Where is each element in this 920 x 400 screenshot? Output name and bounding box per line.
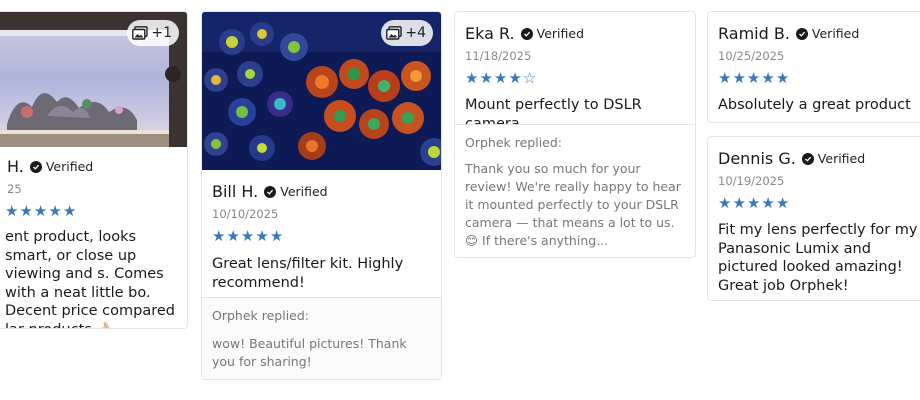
star-rating: ★ ★ ★ ★ ☆ bbox=[465, 69, 685, 87]
review-date: 10/19/2025 bbox=[718, 174, 785, 188]
star-rating: ★ ★ ★ ★ ★ bbox=[718, 194, 920, 212]
review-text: Great lens/filter kit. Highly recommend! bbox=[212, 256, 404, 291]
review-card[interactable]: +1 H. Verified 25 ★ ★ ★ ★ ★ ent product, loo… bbox=[0, 11, 188, 329]
star-empty-icon: ☆ bbox=[522, 69, 537, 87]
review-photo-zoanthids[interactable]: +4 bbox=[202, 12, 441, 170]
photo-count: +1 bbox=[151, 25, 172, 41]
star-filled-icon: ★ bbox=[732, 69, 746, 87]
check-circle-icon bbox=[801, 152, 814, 165]
check-circle-icon bbox=[29, 160, 42, 173]
author-name: Ramid B. bbox=[718, 24, 790, 43]
star-filled-icon: ★ bbox=[240, 227, 255, 245]
verified-label: Verified bbox=[45, 159, 94, 174]
star-filled-icon: ★ bbox=[212, 227, 226, 245]
star-filled-icon: ★ bbox=[732, 194, 746, 212]
star-filled-icon: ★ bbox=[508, 69, 522, 87]
star-filled-icon: ★ bbox=[761, 194, 775, 212]
author-row: Bill H. Verified bbox=[212, 182, 431, 201]
star-filled-icon: ★ bbox=[718, 69, 732, 87]
star-filled-icon: ★ bbox=[479, 69, 493, 87]
check-circle-icon bbox=[264, 185, 277, 198]
review-date: 25 bbox=[7, 182, 22, 196]
reply-author: Orphek replied: bbox=[465, 135, 563, 150]
gallery-icon bbox=[386, 26, 403, 40]
star-rating: ★ ★ ★ ★ ★ bbox=[5, 202, 177, 220]
verified-badge: Verified bbox=[801, 151, 866, 166]
review-date: 10/25/2025 bbox=[718, 49, 785, 63]
star-filled-icon: ★ bbox=[5, 202, 19, 220]
photo-count: +4 bbox=[405, 25, 426, 41]
star-filled-icon: ★ bbox=[48, 202, 62, 220]
author-name: Dennis G. bbox=[718, 149, 796, 168]
star-filled-icon: ★ bbox=[465, 69, 479, 87]
star-filled-icon: ★ bbox=[19, 202, 33, 220]
reply-text: Thank you so much for your review! We're… bbox=[465, 161, 681, 248]
star-filled-icon: ★ bbox=[226, 227, 240, 245]
star-filled-icon: ★ bbox=[493, 69, 508, 87]
review-text: Fit my lens perfectly for my Panasonic L… bbox=[718, 222, 918, 294]
star-filled-icon: ★ bbox=[62, 202, 77, 220]
merchant-reply: Orphek replied: Thank you so much for yo… bbox=[455, 124, 695, 257]
review-card[interactable]: Ramid B. Verified 10/25/2025 ★ ★ ★ ★ ★ Absol… bbox=[707, 11, 920, 123]
verified-label: Verified bbox=[811, 26, 860, 41]
photo-count-badge: +1 bbox=[127, 20, 179, 46]
merchant-reply: Orphek replied: wow! Beautiful pictures!… bbox=[202, 297, 441, 379]
author-name: Bill H. bbox=[212, 182, 259, 201]
star-filled-icon: ★ bbox=[775, 69, 790, 87]
star-filled-icon: ★ bbox=[255, 227, 269, 245]
review-date: 10/10/2025 bbox=[212, 207, 279, 221]
star-rating: ★ ★ ★ ★ ★ bbox=[718, 69, 920, 87]
verified-badge: Verified bbox=[795, 26, 860, 41]
star-filled-icon: ★ bbox=[746, 194, 761, 212]
verified-badge: Verified bbox=[29, 159, 94, 174]
review-text: Absolutely a great product bbox=[718, 97, 911, 113]
verified-badge: Verified bbox=[520, 26, 585, 41]
star-rating: ★ ★ ★ ★ ★ bbox=[212, 227, 431, 245]
star-filled-icon: ★ bbox=[775, 194, 790, 212]
check-circle-icon bbox=[520, 27, 533, 40]
author-row: H. Verified bbox=[0, 157, 177, 176]
verified-label: Verified bbox=[280, 184, 328, 199]
review-card[interactable]: +4 Bill H. Verified 10/10/2025 ★ ★ ★ ★ ★ Gre… bbox=[201, 11, 442, 380]
star-filled-icon: ★ bbox=[269, 227, 284, 245]
star-filled-icon: ★ bbox=[33, 202, 48, 220]
photo-count-badge: +4 bbox=[381, 20, 433, 46]
verified-badge: Verified bbox=[264, 184, 328, 199]
author-name: H. bbox=[7, 157, 24, 176]
gallery-icon bbox=[132, 26, 149, 40]
reply-author: Orphek replied: bbox=[212, 308, 310, 323]
author-name: Eka R. bbox=[465, 24, 515, 43]
star-filled-icon: ★ bbox=[718, 194, 732, 212]
review-card[interactable]: Dennis G. Verified 10/19/2025 ★ ★ ★ ★ ★ Fit … bbox=[707, 136, 920, 301]
star-filled-icon: ★ bbox=[761, 69, 775, 87]
author-row: Eka R. Verified bbox=[465, 24, 685, 43]
reply-text: wow! Beautiful pictures! Thank you for s… bbox=[212, 336, 407, 369]
review-photo-aquarium[interactable]: +1 bbox=[0, 12, 187, 147]
author-row: Dennis G. Verified bbox=[718, 149, 920, 168]
check-circle-icon bbox=[795, 27, 808, 40]
author-row: Ramid B. Verified bbox=[718, 24, 920, 43]
review-date: 11/18/2025 bbox=[465, 49, 532, 63]
verified-label: Verified bbox=[536, 26, 585, 41]
review-text: ent product, looks smart, or close up vi… bbox=[5, 229, 175, 328]
star-filled-icon: ★ bbox=[746, 69, 761, 87]
verified-label: Verified bbox=[817, 151, 866, 166]
review-card[interactable]: Eka R. Verified 11/18/2025 ★ ★ ★ ★ ☆ Mount p… bbox=[454, 11, 696, 258]
